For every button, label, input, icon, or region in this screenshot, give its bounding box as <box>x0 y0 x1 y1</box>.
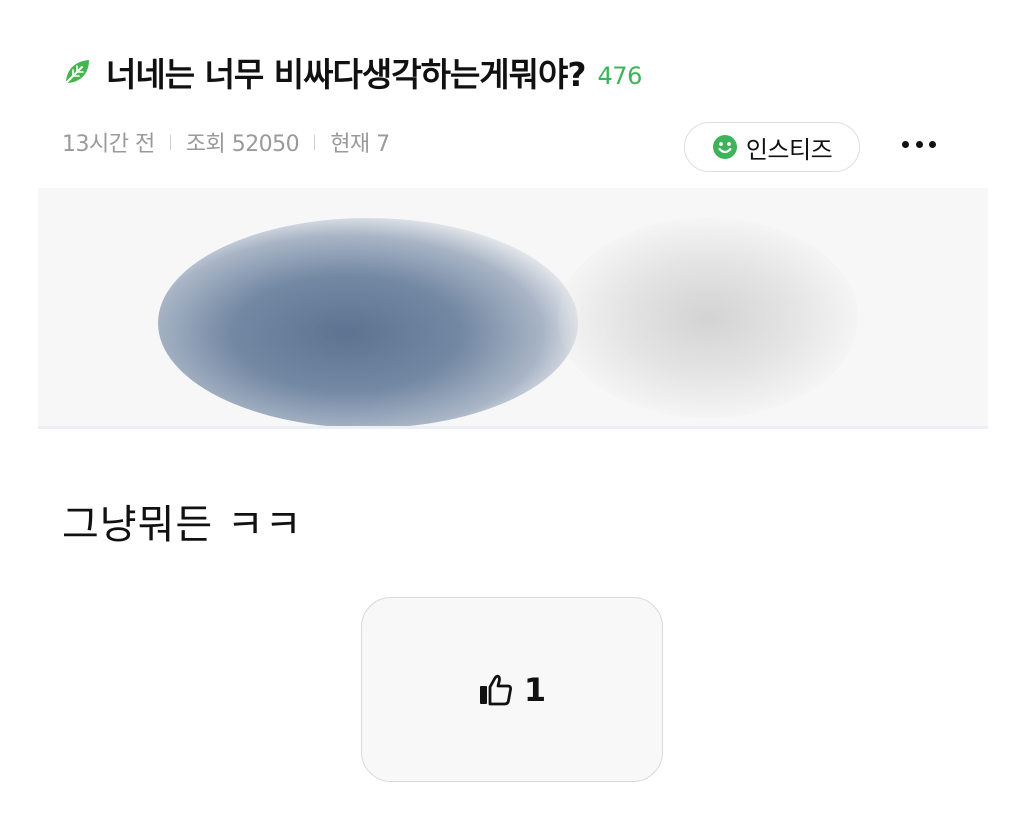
more-dot <box>902 140 909 148</box>
blurred-post-image[interactable] <box>38 188 988 428</box>
leaf-icon <box>62 57 92 87</box>
meta-divider <box>169 134 171 150</box>
meta-divider <box>314 134 316 150</box>
like-count: 1 <box>523 670 547 709</box>
post-body: 그냥뭐든 ㅋㅋ <box>62 502 303 548</box>
more-icon[interactable] <box>902 131 936 157</box>
thumbs-up-icon <box>478 673 514 707</box>
current-viewers: 현재 7 <box>330 132 390 157</box>
title-row: 너네는 너무 비싸다생각하는게뭐야? 476 <box>62 44 642 100</box>
smile-icon <box>712 134 738 160</box>
post-meta: 13시간 전 조회 52050 현재 7 <box>62 126 390 158</box>
image-blur-region <box>558 218 858 418</box>
divider <box>38 426 988 429</box>
board-badge[interactable]: 인스티즈 <box>684 122 860 172</box>
more-dot <box>929 140 936 148</box>
board-name: 인스티즈 <box>745 135 833 164</box>
image-blur-region <box>158 218 578 428</box>
post-title: 너네는 너무 비싸다생각하는게뭐야? <box>106 55 587 94</box>
like-button[interactable]: 1 <box>361 597 663 782</box>
post-time: 13시간 전 <box>62 132 155 157</box>
more-dot <box>915 140 923 148</box>
view-count: 조회 52050 <box>185 132 300 157</box>
comment-count[interactable]: 476 <box>598 62 643 90</box>
